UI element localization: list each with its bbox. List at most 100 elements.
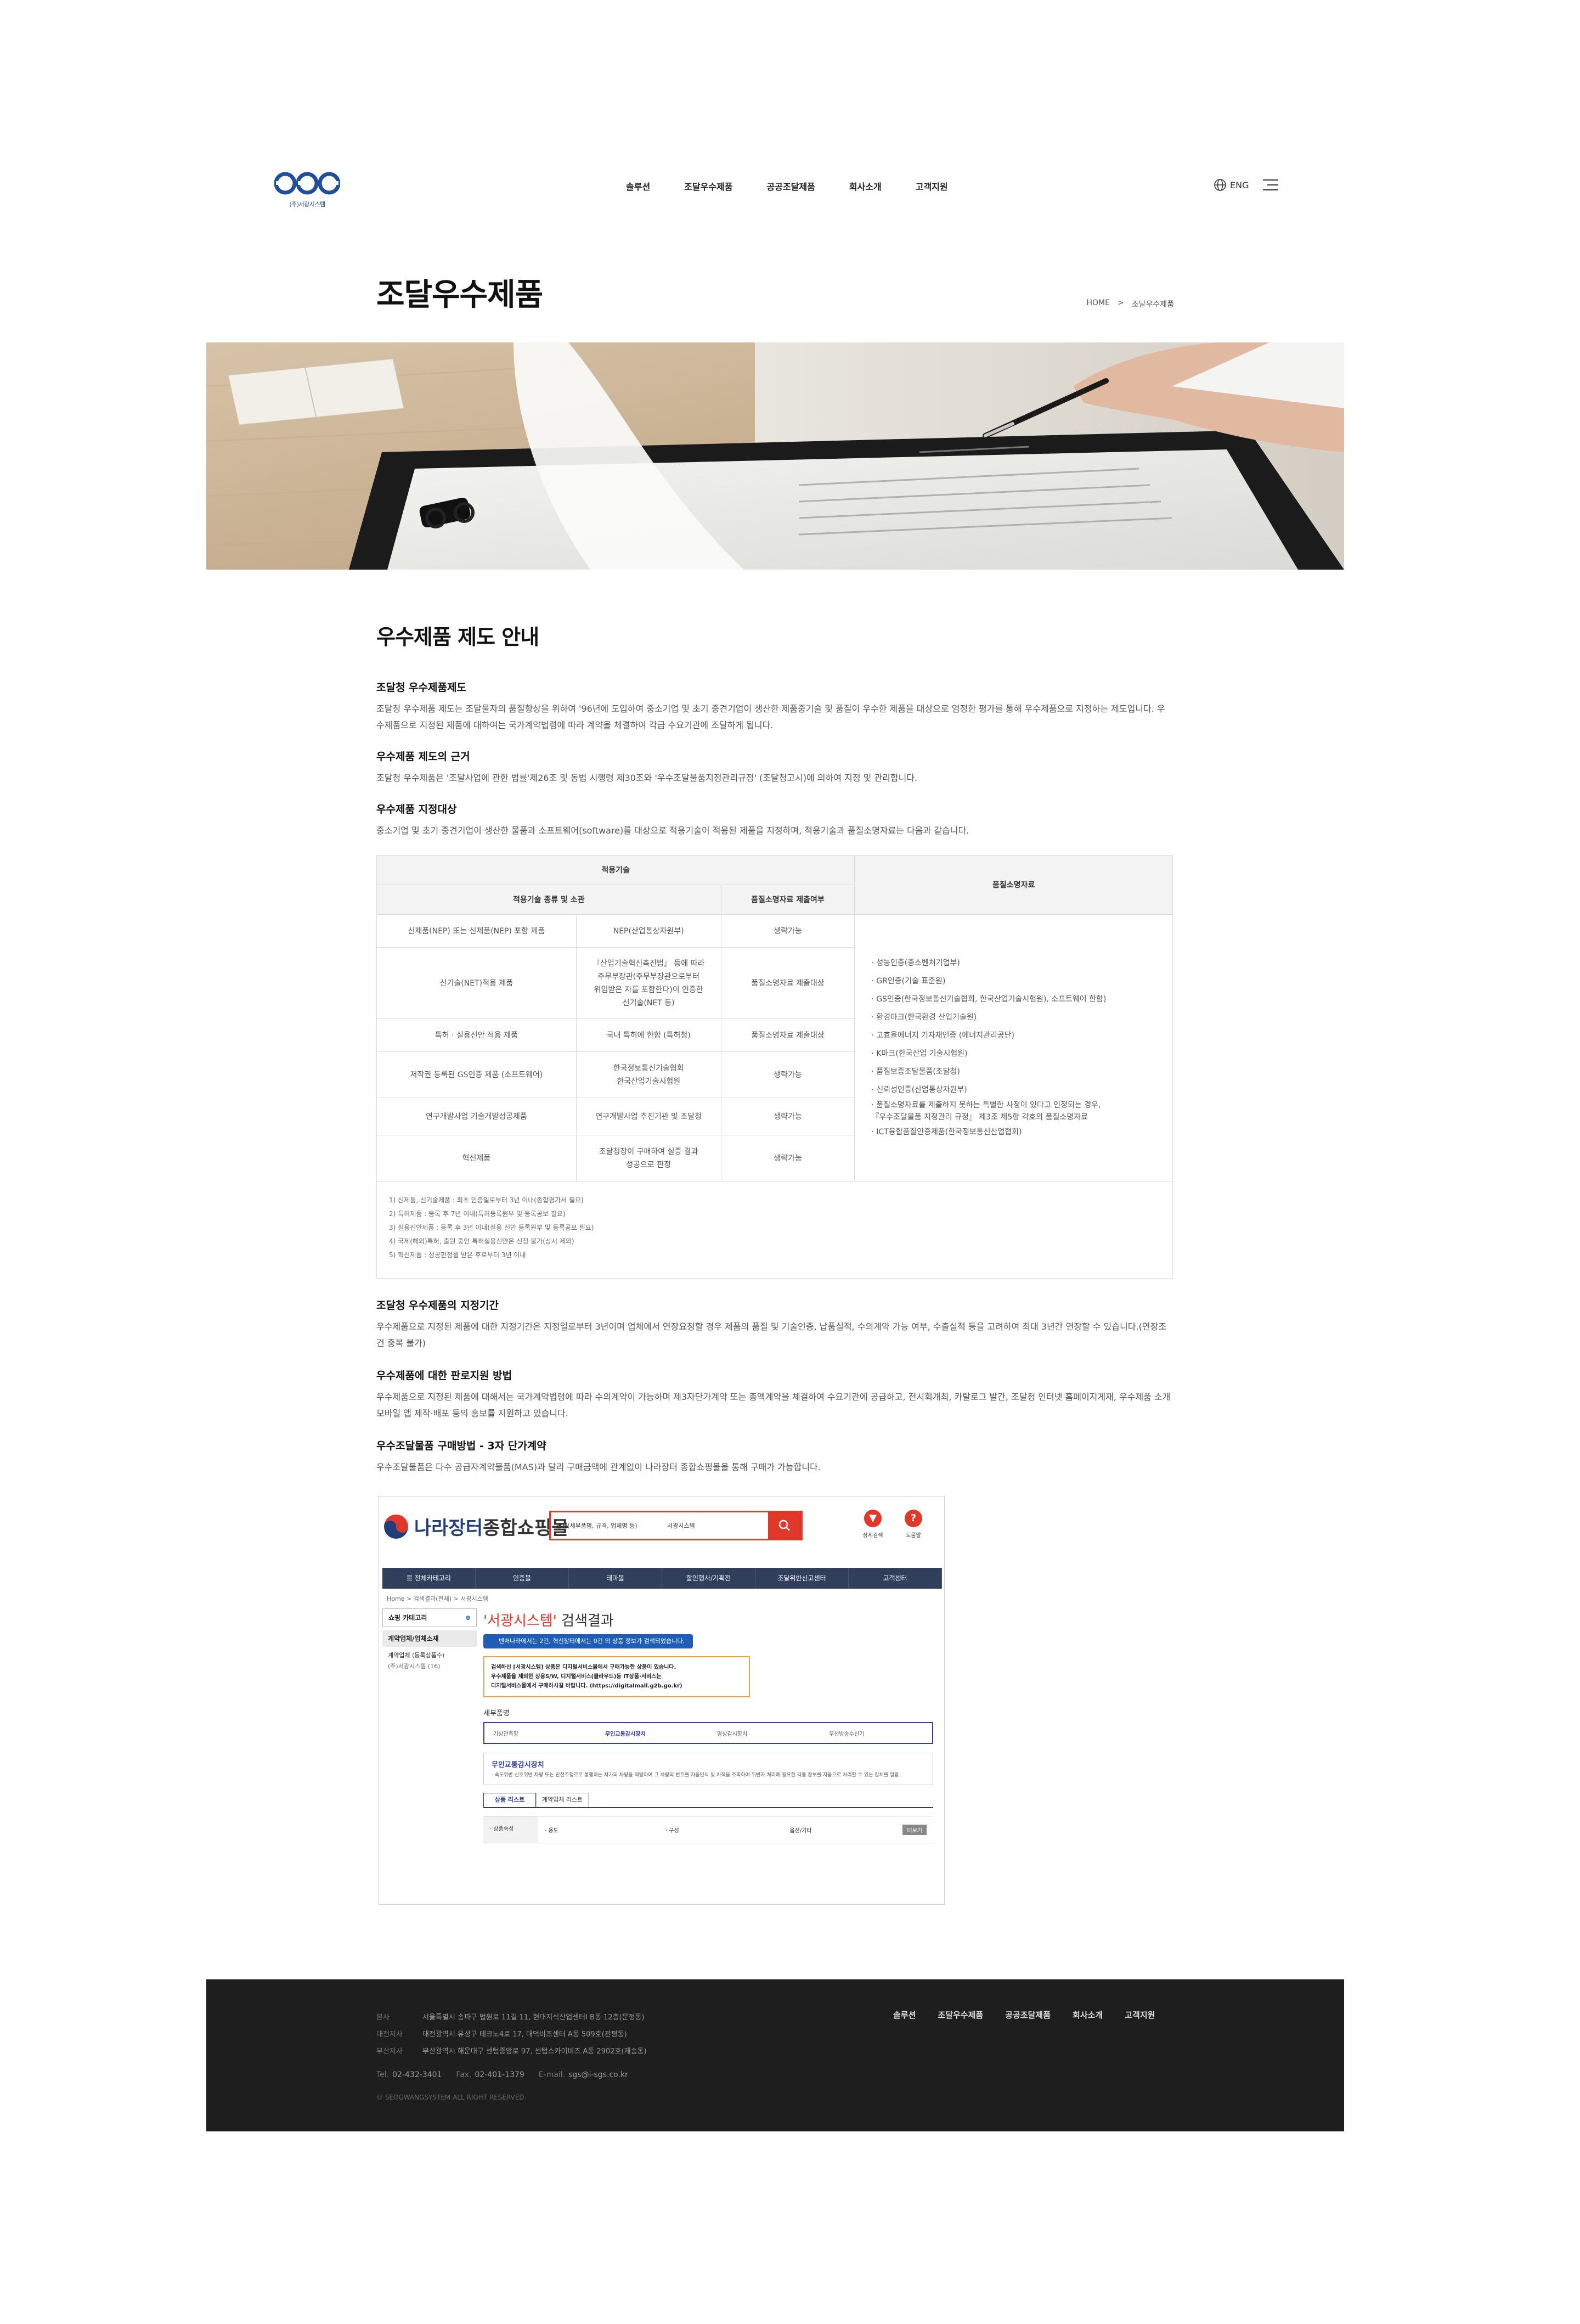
mall-search-button[interactable] xyxy=(768,1512,801,1539)
quality-item: · 품질소명자료를 제출하지 못하는 특별한 사정이 있다고 인정되는 경우, … xyxy=(871,1101,1101,1122)
nav-excellent-product[interactable]: 조달우수제품 xyxy=(667,179,749,195)
mall-sub-tab[interactable]: 영상감시장치 xyxy=(708,1729,820,1737)
block-basis: 우수제품 제도의 근거 조달청 우수제품은 '조달사업에 관한 법률'제26조 … xyxy=(376,749,1173,786)
cell-submit: 생략가능 xyxy=(720,914,855,948)
mall-sub-tab[interactable]: 무선방송수신기 xyxy=(820,1729,932,1737)
mall-attr-value[interactable]: · 용도 xyxy=(538,1826,659,1834)
nav-public-product[interactable]: 공공조달제품 xyxy=(750,179,832,195)
header-utility: ENG xyxy=(1214,178,1279,192)
th-quality: 품질소명자료 xyxy=(854,855,1173,915)
cell-submit: 품질소명자료 제출대상 xyxy=(720,1018,855,1052)
footer-nav-support[interactable]: 고객지원 xyxy=(1125,2009,1155,2021)
cell-org: NEP(산업통상자원부) xyxy=(575,914,721,948)
mall-nav-cert[interactable]: 인증몰 xyxy=(476,1568,569,1589)
breadcrumb-home[interactable]: HOME xyxy=(1087,299,1110,310)
email-value[interactable]: sgs@i-sgs.co.kr xyxy=(568,2070,628,2079)
footer-email: E-mail. sgs@i-sgs.co.kr xyxy=(539,2070,628,2079)
mall-sub-tab[interactable]: 기상관측장 xyxy=(484,1729,596,1737)
mall-alert-box: 검색하신 [서광시스템] 상품은 디지털서비스몰에서 구매가능한 상품이 있습니… xyxy=(483,1656,750,1697)
cell-submit: 생략가능 xyxy=(720,1098,855,1135)
address-label: 부산지사 xyxy=(376,2047,403,2056)
main-nav: 솔루션 조달우수제품 공공조달제품 회사소개 고객지원 xyxy=(609,179,965,195)
nav-company[interactable]: 회사소개 xyxy=(832,179,899,195)
quality-item: · GR인증(기술 표준원) xyxy=(871,977,946,986)
block-title: 조달청 우수제품의 지정기간 xyxy=(376,1299,499,1312)
footer-nav-company[interactable]: 회사소개 xyxy=(1073,2009,1103,2021)
mall-side-category[interactable]: 쇼핑 카테고리 ⊕ xyxy=(382,1608,477,1627)
mall-side-sub[interactable]: (주)서광시스템 (16) xyxy=(382,1661,477,1672)
mall-nav: ☰ 전체카테고리 인증몰 테마몰 할인행사/기획전 조달위반신고센터 고객센터 xyxy=(382,1568,942,1589)
fax-label: Fax. xyxy=(456,2070,472,2079)
notes-box: 1) 신제품, 신기술제품 : 최초 인증일로부터 3년 이내(종합평가서 필요… xyxy=(376,1181,1173,1279)
mall-search-input[interactable]: 서광시스템 xyxy=(664,1521,768,1530)
mall-desc-text: · 속도위반 신호위반 차량 또는 안전주행로로 통행하는 차가의 차량을 적발… xyxy=(492,1772,901,1778)
note-item: 5) 혁신제품 : 성공판정을 받은 후로부터 3년 이내 xyxy=(389,1251,526,1259)
mall-attr-value[interactable]: · 구성 xyxy=(659,1826,780,1834)
mall-advanced-search[interactable]: ▼ 상세검색 xyxy=(856,1510,889,1539)
mall-search-select[interactable]: 전체(세부품명, 규격, 업체명 등) xyxy=(551,1521,664,1530)
footer-address: 본사 서울특별시 송파구 법원로 11길 11, 현대지식산업센터Ⅰ B동 12… xyxy=(376,2009,647,2026)
mall-sub-tab[interactable]: 무인교통감시장치 xyxy=(596,1729,708,1737)
mall-nav-report[interactable]: 조달위반신고센터 xyxy=(755,1568,849,1589)
content-area: 우수제품 제도 안내 조달청 우수제품제도 조달청 우수제품 제도는 조달물자의… xyxy=(376,620,1173,1472)
cell-submit: 생략가능 xyxy=(720,1051,855,1098)
search-icon xyxy=(778,1520,790,1531)
quality-item: · 신뢰성인증(산업통상자원부) xyxy=(871,1085,967,1094)
block-text: 조달청 우수제품은 '조달사업에 관한 법률'제26조 및 동법 시행령 제30… xyxy=(376,773,918,783)
mall-attr-key: · 상품속성 xyxy=(483,1816,538,1843)
mall-product-tab[interactable]: 상품 리스트 xyxy=(483,1793,536,1807)
globe-icon xyxy=(1214,179,1226,191)
quality-item: · 품질보증조달물품(조달청) xyxy=(871,1067,960,1076)
tel-label: Tel. xyxy=(376,2070,390,2079)
footer-nav-solution[interactable]: 솔루션 xyxy=(893,2009,916,2021)
footer-nav-public-product[interactable]: 공공조달제품 xyxy=(1005,2009,1051,2021)
block-text: 우수제품으로 지정된 제품에 대한 지정기간은 지정일로부터 3년이며 업체에서… xyxy=(376,1321,1167,1348)
cell-kind: 신기술(NET)적용 제품 xyxy=(376,947,577,1019)
mall-side-tab[interactable]: 계약업체/업체소재 xyxy=(382,1630,477,1647)
mall-nav-discount[interactable]: 할인행사/기획전 xyxy=(662,1568,755,1589)
mall-advanced-search-label: 상세검색 xyxy=(862,1533,883,1539)
cell-org: 조달청장이 구매하여 실증 결과 성공으로 판정 xyxy=(575,1135,721,1181)
cell-org: 『산업기술혁신촉진법』 등에 따라 주무부장관(주무부장관으로부터 위임받은 자… xyxy=(575,947,721,1019)
cell-kind: 혁신제품 xyxy=(376,1135,577,1181)
mall-desc-title: 무인교통감시장치 xyxy=(492,1761,544,1769)
cell-org: 국내 특허에 한함 (특허청) xyxy=(575,1018,721,1052)
mall-product-tab[interactable]: 계약업체 리스트 xyxy=(536,1793,589,1807)
th-tech: 적용기술 xyxy=(376,855,855,885)
mall-nav-customer[interactable]: 고객센터 xyxy=(849,1568,942,1589)
block-text: 우수제품으로 지정된 제품에 대해서는 국가계약법령에 따라 수의계약이 가능하… xyxy=(376,1392,1171,1419)
mall-nav-theme[interactable]: 테마몰 xyxy=(569,1568,662,1589)
page-title: 조달우수제품 xyxy=(376,277,543,313)
mall-result-query: '서광시스템' xyxy=(483,1613,557,1629)
hamburger-menu-icon[interactable] xyxy=(1263,179,1279,190)
mall-attr-more-button[interactable]: 더보기 xyxy=(902,1824,927,1835)
quality-item: · ICT융합품질인증제품(한국정보통신산업협회) xyxy=(871,1128,1022,1136)
language-label: ENG xyxy=(1230,179,1249,190)
footer-nav-excellent-product[interactable]: 조달우수제품 xyxy=(938,2009,983,2021)
th-kind: 적용기술 종류 및 소관 xyxy=(376,885,721,915)
block-purchase: 우수조달물품 구매방법 - 3자 단가계약 우수조달물품은 다수 공급자계약물품… xyxy=(376,1438,1173,1476)
nav-support[interactable]: 고객지원 xyxy=(899,179,965,195)
note-item: 4) 국제(해외)특허, 출원 중인 특허실용신안은 신청 불가(상시 제외) xyxy=(389,1237,574,1245)
mall-attr-value[interactable]: · 옵션/기타 xyxy=(780,1826,900,1834)
footer-copyright: © SEOGWANGSYSTEM ALL RIGHT RESERVED. xyxy=(376,2094,527,2101)
mall-brand: 나라장터 종합쇼핑몰 xyxy=(383,1513,569,1540)
company-logo[interactable]: (주)서광시스템 xyxy=(274,169,340,209)
footer-fax: Fax. 02-401-1379 xyxy=(456,2070,524,2079)
mall-help[interactable]: ? 도움말 xyxy=(897,1510,930,1539)
block-title: 우수조달물품 구매방법 - 3자 단가계약 xyxy=(376,1440,546,1452)
mall-nav-all-category[interactable]: ☰ 전체카테고리 xyxy=(382,1568,476,1589)
mall-info-bar[interactable]: 벤처나라에서는 2건, 혁신장터에서는 0건 의 상품 정보가 검색되었습니다. xyxy=(483,1634,693,1648)
block-period: 조달청 우수제품의 지정기간 우수제품으로 지정된 제품에 대한 지정기간은 지… xyxy=(376,1297,1173,1352)
shopping-mall-screenshot: 나라장터 종합쇼핑몰 전체(세부품명, 규격, 업체명 등) 서광시스템 ▼ 상세… xyxy=(379,1496,945,1905)
cell-submit: 품질소명자료 제출대상 xyxy=(720,947,855,1019)
mall-sub-tabs: 기상관측장 무인교통감시장치 영상감시장치 무선방송수신기 xyxy=(483,1722,933,1744)
breadcrumb-separator: > xyxy=(1117,299,1124,307)
language-switch[interactable]: ENG xyxy=(1214,178,1249,192)
nav-solution[interactable]: 솔루션 xyxy=(609,179,667,195)
question-icon: ? xyxy=(905,1510,922,1527)
address-value: 부산광역시 해운대구 센텀중앙로 97, 센텀스카이비즈 A동 2902호(재송… xyxy=(422,2047,647,2056)
site-footer: 본사 서울특별시 송파구 법원로 11길 11, 현대지식산업센터Ⅰ B동 12… xyxy=(206,1979,1344,2131)
logo-subtext: (주)서광시스템 xyxy=(289,201,325,208)
block-text: 우수조달물품은 다수 공급자계약물품(MAS)과 달리 구매금액에 관계없이 나… xyxy=(376,1462,821,1472)
